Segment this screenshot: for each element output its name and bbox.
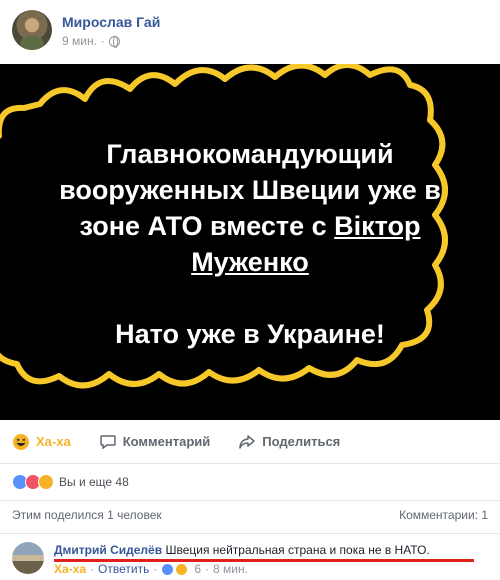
comment-body: Дмитрий Сиделёв Швеция нейтральная стран… [54, 543, 430, 557]
dot-separator: · [90, 562, 95, 576]
comment-label: Комментарий [122, 434, 211, 449]
globe-icon[interactable] [108, 35, 120, 48]
comment-meta: Ха-ха · Ответить · 6 · 8 мин. [54, 562, 248, 576]
comment-reaction-count[interactable]: 6 [194, 562, 201, 576]
haha-reaction-icon [175, 562, 189, 576]
shares-count[interactable]: Этим поделился 1 человек [12, 508, 162, 522]
comment-item: Дмитрий Сиделёв Швеция нейтральная стран… [12, 540, 492, 580]
divider [0, 500, 500, 501]
commenter-name[interactable]: Дмитрий Сиделёв [54, 543, 162, 557]
share-label: Поделиться [262, 434, 341, 449]
haha-reaction-button[interactable]: Ха-ха [12, 433, 71, 451]
like-reaction-icon [161, 562, 175, 576]
reactions-summary[interactable]: Вы и еще 48 [12, 472, 129, 492]
author-name[interactable]: Мирослав Гай [62, 14, 160, 30]
post-image[interactable]: Главнокомандующий вооруженных Швеции уже… [0, 64, 500, 420]
facebook-post: Мирослав Гай 9 мин. · Главнокомандующий … [0, 0, 500, 580]
comment-reply-button[interactable]: Ответить [98, 562, 149, 576]
comments-count[interactable]: Комментарии: 1 [399, 508, 488, 522]
dot-separator: · [205, 562, 210, 576]
dot-separator: · [153, 562, 158, 576]
image-caption: Главнокомандующий вооруженных Швеции уже… [30, 136, 470, 352]
reactions-count-text: Вы и еще 48 [59, 475, 129, 489]
comment-text: Швеция нейтральная страна и пока не в НА… [165, 543, 430, 557]
author-avatar[interactable] [12, 10, 52, 50]
haha-label: Ха-ха [36, 434, 71, 449]
dot-separator: · [100, 34, 105, 48]
post-stats: Этим поделился 1 человек Комментарии: 1 [12, 508, 488, 522]
caption-second-line: Нато уже в Украине! [115, 319, 385, 349]
comment-haha-button[interactable]: Ха-ха [54, 562, 86, 576]
comment-icon [99, 434, 116, 449]
post-time[interactable]: 9 мин. [62, 34, 97, 48]
post-actions-bar: Ха-ха Комментарий Поделиться [0, 420, 500, 464]
post-header: Мирослав Гай 9 мин. · [12, 10, 488, 54]
comment-time[interactable]: 8 мин. [213, 562, 248, 576]
comment-button[interactable]: Комментарий [99, 433, 211, 451]
divider [0, 533, 500, 534]
commenter-avatar[interactable] [12, 542, 44, 574]
share-arrow-icon [239, 434, 255, 449]
post-meta: 9 мин. · [62, 34, 120, 48]
haha-face-icon [13, 433, 29, 450]
share-button[interactable]: Поделиться [238, 433, 340, 451]
haha-reaction-icon [38, 474, 54, 490]
